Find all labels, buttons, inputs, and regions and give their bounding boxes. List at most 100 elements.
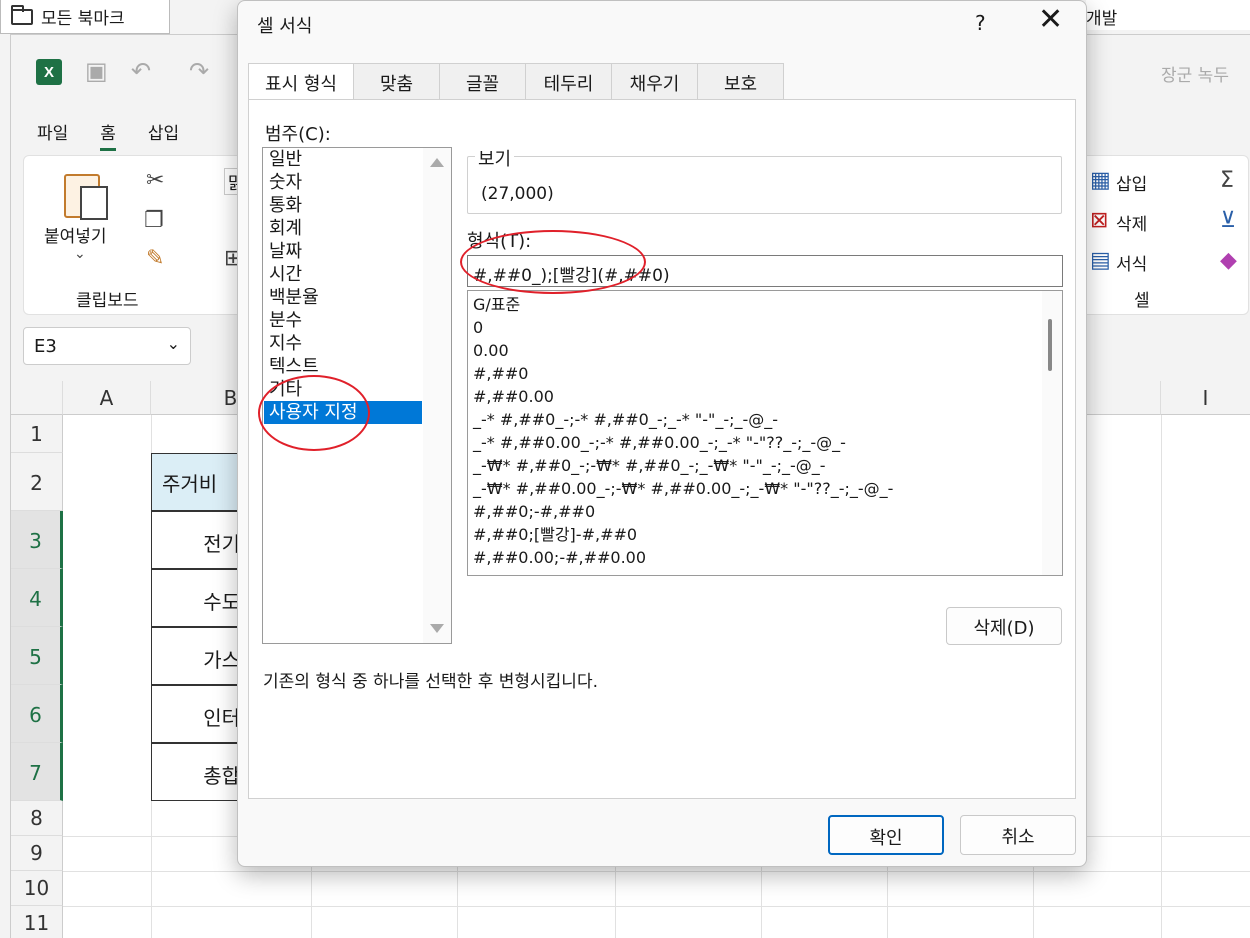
category-item[interactable]: 통화 — [264, 194, 422, 217]
menu-home[interactable]: 홈 — [100, 119, 116, 151]
cancel-button[interactable]: 취소 — [960, 815, 1076, 855]
menu-file[interactable]: 파일 — [37, 119, 68, 151]
chevron-down-icon[interactable]: ⌄ — [74, 246, 86, 262]
fill-icon[interactable]: ⊻ — [1220, 208, 1236, 233]
row-header[interactable]: 1 — [11, 415, 63, 453]
category-item[interactable]: 시간 — [264, 263, 422, 286]
format-list-item[interactable]: _-₩* #,##0.00_-;-₩* #,##0.00_-;_-₩* "-"?… — [473, 477, 893, 500]
row-header[interactable]: 3 — [11, 511, 63, 569]
tab-alignment[interactable]: 맞춤 — [354, 63, 440, 100]
row-header[interactable]: 10 — [11, 871, 63, 906]
format-list-item[interactable]: 0 — [473, 316, 483, 339]
row-header[interactable]: 2 — [11, 453, 63, 511]
table-cell[interactable]: 총합 — [151, 743, 241, 801]
save-icon[interactable]: ▣ — [85, 57, 108, 85]
scrollbar-thumb[interactable] — [1048, 319, 1052, 371]
format-list-item[interactable]: _-* #,##0.00_-;-* #,##0.00_-;_-* "-"??_-… — [473, 431, 846, 454]
tab-fill[interactable]: 채우기 — [612, 63, 698, 100]
paste-icon[interactable] — [64, 174, 108, 220]
row-header[interactable]: 8 — [11, 801, 63, 836]
cells-insert-button[interactable]: 삽입 — [1116, 170, 1147, 195]
format-code-list[interactable]: G/표준 0 0.00 #,##0 #,##0.00 _-* #,##0_-;-… — [467, 290, 1063, 576]
category-item-selected[interactable]: 사용자 지정 — [264, 401, 422, 424]
cells-format-button[interactable]: 서식 — [1116, 250, 1147, 275]
scroll-down-icon[interactable] — [430, 624, 444, 633]
format-list-item[interactable]: #,##0;[빨강]-#,##0 — [473, 523, 637, 546]
format-list-item[interactable]: G/표준 — [473, 293, 520, 316]
row-header[interactable]: 7 — [11, 743, 63, 801]
number-tab-panel: 범주(C): 일반 숫자 통화 회계 날짜 시간 백분율 분수 지수 텍스트 기… — [248, 99, 1076, 799]
clear-icon[interactable]: ◆ — [1220, 248, 1237, 273]
row-header[interactable]: 11 — [11, 906, 63, 938]
name-box[interactable]: E3 ⌄ — [23, 327, 191, 365]
category-item[interactable]: 백분율 — [264, 286, 422, 309]
format-list-item[interactable]: _-* #,##0_-;-* #,##0_-;_-* "-"_-;_-@_- — [473, 408, 778, 431]
tab-font[interactable]: 글꼴 — [440, 63, 526, 100]
sample-group — [467, 156, 1062, 214]
row-header[interactable]: 4 — [11, 569, 63, 627]
category-item[interactable]: 분수 — [264, 309, 422, 332]
scroll-up-icon[interactable] — [430, 158, 444, 167]
tab-border[interactable]: 테두리 — [526, 63, 612, 100]
row-header[interactable]: 6 — [11, 685, 63, 743]
table-cell[interactable]: 수도 — [151, 569, 241, 627]
table-cell[interactable]: 전기 — [151, 511, 241, 569]
row-header[interactable]: 5 — [11, 627, 63, 685]
cells-group-label: 셀 — [1134, 291, 1150, 311]
format-list-item[interactable]: #,##0;-#,##0 — [473, 500, 595, 523]
format-list-scrollbar[interactable] — [1042, 291, 1062, 575]
menu-insert[interactable]: 삽입 — [148, 119, 179, 151]
category-scrollbar[interactable] — [423, 148, 451, 643]
excel-logo-icon: X — [36, 59, 62, 85]
browser-tab-right-label: 개발 — [1086, 9, 1118, 29]
tab-number[interactable]: 표시 형식 — [248, 63, 354, 101]
delete-format-button[interactable]: 삭제(D) — [946, 607, 1062, 645]
ok-button[interactable]: 확인 — [828, 815, 944, 855]
tab-protection[interactable]: 보호 — [698, 63, 784, 100]
undo-icon[interactable]: ↶ — [131, 57, 151, 85]
browser-tab-right[interactable]: 개발 — [1086, 0, 1250, 30]
insert-cells-icon: ▦ — [1090, 168, 1111, 193]
category-item[interactable]: 일반 — [264, 148, 422, 171]
autosum-icon[interactable]: Σ — [1220, 168, 1234, 193]
row-header[interactable]: 9 — [11, 836, 63, 871]
format-painter-icon[interactable]: ✎ — [146, 246, 164, 271]
cells-delete-button[interactable]: 삭제 — [1116, 210, 1147, 235]
grid-line — [63, 871, 1250, 872]
category-item[interactable]: 지수 — [264, 332, 422, 355]
dialog-tabs: 표시 형식 맞춤 글꼴 테두리 채우기 보호 — [248, 63, 784, 101]
category-label: 범주(C): — [265, 124, 331, 145]
format-cells-dialog: 셀 서식 ? ✕ 표시 형식 맞춤 글꼴 테두리 채우기 보호 범주(C): 일… — [237, 0, 1087, 867]
grid-line — [63, 906, 1250, 907]
category-item[interactable]: 텍스트 — [264, 355, 422, 378]
category-item[interactable]: 날짜 — [264, 240, 422, 263]
select-all-corner[interactable] — [11, 381, 63, 415]
format-code-input[interactable]: #,##0_);[빨강](#,##0) — [467, 255, 1063, 287]
sample-title: 보기 — [475, 145, 515, 171]
format-list-item[interactable]: #,##0.00 — [473, 385, 554, 408]
sample-value: (27,000) — [481, 184, 554, 204]
category-item[interactable]: 기타 — [264, 378, 422, 401]
column-header-i[interactable]: I — [1161, 381, 1250, 415]
paste-label[interactable]: 붙여넣기 — [44, 222, 107, 247]
copy-icon[interactable]: ❐ — [144, 208, 164, 233]
close-icon[interactable]: ✕ — [1038, 5, 1063, 35]
category-list[interactable]: 일반 숫자 통화 회계 날짜 시간 백분율 분수 지수 텍스트 기타 사용자 지… — [262, 147, 452, 644]
column-header-a[interactable]: A — [63, 381, 151, 415]
format-list-item[interactable]: #,##0.00;-#,##0.00 — [473, 546, 646, 569]
document-title: 장군 녹두 — [1161, 66, 1229, 86]
table-cell[interactable]: 주거비 — [151, 453, 241, 511]
cut-icon[interactable]: ✂ — [146, 168, 164, 193]
bookmarks-tab[interactable]: 모든 북마크 — [0, 0, 170, 34]
redo-icon[interactable]: ↷ — [189, 57, 209, 85]
grid-line — [1161, 415, 1162, 938]
format-list-item[interactable]: #,##0 — [473, 362, 528, 385]
format-list-item[interactable]: 0.00 — [473, 339, 509, 362]
help-button[interactable]: ? — [975, 11, 986, 35]
category-item[interactable]: 숫자 — [264, 171, 422, 194]
table-cell[interactable]: 가스 — [151, 627, 241, 685]
format-list-item[interactable]: _-₩* #,##0_-;-₩* #,##0_-;_-₩* "-"_-;_-@_… — [473, 454, 826, 477]
format-label: 형식(T): — [467, 231, 532, 252]
table-cell[interactable]: 인터 — [151, 685, 241, 743]
category-item[interactable]: 회계 — [264, 217, 422, 240]
